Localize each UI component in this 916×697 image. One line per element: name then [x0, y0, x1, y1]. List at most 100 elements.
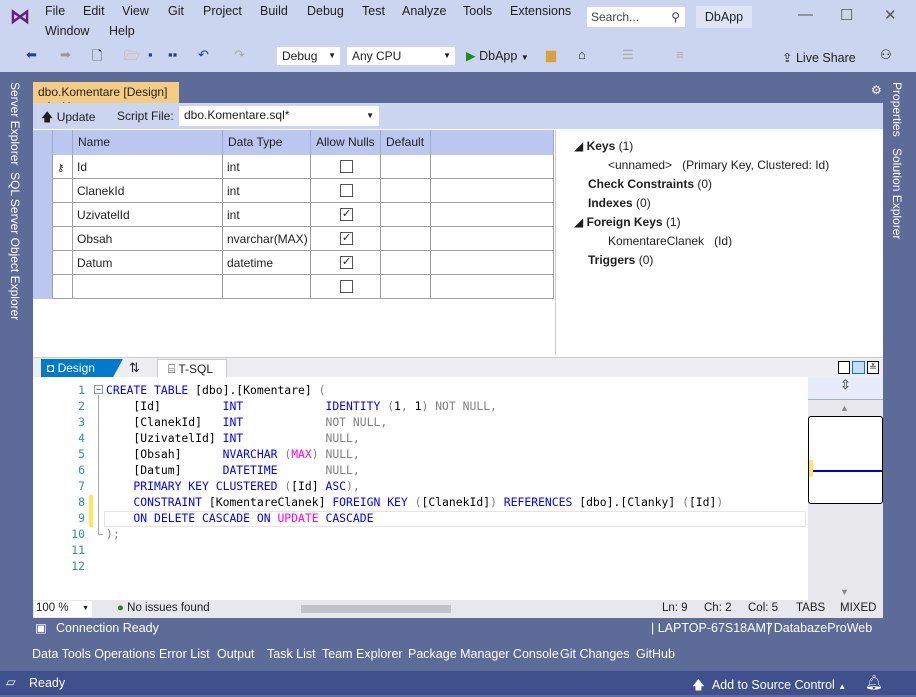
feedback-icon[interactable]: ⚇ [880, 47, 892, 63]
tab-design[interactable]: ◘ Design [41, 359, 123, 377]
scroll-up-icon[interactable]: ▲ [840, 403, 849, 413]
horizontal-scrollbar[interactable] [301, 605, 451, 613]
vertical-split-button[interactable] [838, 361, 850, 374]
grid-cell[interactable] [53, 227, 73, 251]
grid-cell[interactable] [431, 155, 554, 179]
grid-cell[interactable] [53, 275, 73, 299]
settings-gear-icon[interactable]: ⚙ [871, 83, 882, 97]
allow-nulls-checkbox[interactable]: ✓ [340, 232, 353, 245]
grid-cell[interactable] [431, 275, 554, 299]
indent-icon[interactable]: ☰ [622, 47, 634, 63]
swap-panes-button[interactable]: ⇅ [129, 360, 140, 376]
split-handle-icon[interactable]: ⇳ [808, 377, 883, 400]
grid-cell[interactable] [381, 275, 431, 299]
foreign-key-item[interactable]: KomentareClanek (Id) [608, 234, 732, 248]
update-button[interactable]: 🡅 Update [41, 108, 95, 129]
triggers-node[interactable]: Triggers (0) [588, 253, 653, 267]
menu-git[interactable]: Git [168, 4, 184, 18]
grid-cell[interactable] [431, 251, 554, 275]
line-endings[interactable]: MIXED [840, 602, 876, 614]
allow-nulls-checkbox[interactable] [340, 280, 353, 293]
platform-select[interactable]: Any CPU ▼ [346, 46, 456, 66]
grid-cell[interactable]: Obsah [73, 227, 223, 251]
allow-nulls-checkbox[interactable] [340, 160, 353, 173]
foreign-keys-node[interactable]: ◢ Foreign Keys (1) [574, 215, 681, 229]
menu-tools[interactable]: Tools [463, 4, 492, 18]
start-button[interactable]: ▶ DbApp ▼ [466, 48, 529, 63]
grid-cell[interactable]: int [223, 179, 311, 203]
check-constraints-node[interactable]: Check Constraints (0) [588, 177, 712, 191]
grid-cell[interactable]: int [223, 203, 311, 227]
script-file-select[interactable]: dbo.Komentare.sql* ▼ [179, 106, 379, 126]
allow-nulls-checkbox[interactable] [340, 184, 353, 197]
code-line[interactable]: ); [106, 527, 120, 541]
grid-cell[interactable] [53, 203, 73, 227]
menu-help[interactable]: Help [109, 24, 135, 38]
menu-debug[interactable]: Debug [307, 4, 344, 18]
grid-cell[interactable] [53, 179, 73, 203]
grid-cell[interactable] [381, 179, 431, 203]
grid-cell[interactable]: Id [73, 155, 223, 179]
menu-extensions[interactable]: Extensions [510, 4, 571, 18]
properties-tab[interactable]: Properties [890, 82, 904, 137]
code-line[interactable]: [Obsah] NVARCHAR (MAX) NULL, [106, 447, 359, 461]
allow-nulls-checkbox[interactable]: ✓ [340, 208, 353, 221]
new-project-icon[interactable]: 🗋 [92, 47, 102, 69]
scroll-down-icon[interactable]: ▼ [840, 587, 849, 597]
open-folder-icon[interactable]: 🗁 [124, 47, 140, 69]
add-to-source-control-button[interactable]: 🡅 Add to Source Control ▲ [692, 676, 846, 697]
grid-cell[interactable] [381, 227, 431, 251]
back-icon[interactable]: ⬅ [26, 47, 37, 63]
grid-cell[interactable] [33, 227, 53, 251]
grid-cell[interactable]: Datum [73, 251, 223, 275]
tool-tab[interactable]: Git Changes [560, 647, 629, 661]
grid-cell[interactable]: nvarchar(MAX) [223, 227, 311, 251]
solution-explorer-tab[interactable]: Solution Explorer [890, 148, 904, 239]
tab-tsql[interactable]: ⌸ T-SQL [157, 359, 227, 378]
menu-build[interactable]: Build [260, 4, 288, 18]
grid-cell[interactable] [381, 155, 431, 179]
grid-cell[interactable] [381, 203, 431, 227]
grid-cell[interactable]: int [223, 155, 311, 179]
issues-indicator[interactable]: ● No issues found [117, 602, 210, 614]
code-line[interactable]: [Id] INT IDENTITY (1, 1) NOT NULL, [106, 399, 497, 413]
document-tab[interactable]: dbo.Komentare [Design] ⊹ ✕ [33, 82, 179, 113]
menu-edit[interactable]: Edit [83, 4, 105, 18]
menu-project[interactable]: Project [203, 4, 242, 18]
redo-icon[interactable]: ↷ [234, 47, 245, 63]
grid-cell[interactable] [33, 179, 53, 203]
live-share-button[interactable]: ⇪ Live Share [782, 50, 856, 65]
allow-nulls-checkbox[interactable]: ✓ [340, 256, 353, 269]
vertical-scrollbar-map[interactable]: ⇳ ▲ ▼ [808, 377, 883, 600]
maximize-button[interactable]: ☐ [840, 6, 853, 24]
table-row[interactable]: UzivatelId int ✓ [33, 203, 554, 227]
table-row[interactable]: ⚷ Id int [33, 155, 554, 179]
grid-cell[interactable] [33, 155, 53, 179]
menu-window[interactable]: Window [45, 24, 89, 38]
grid-cell[interactable]: datetime [223, 251, 311, 275]
search-input[interactable]: Search... ⚲ [586, 6, 686, 28]
grid-cell[interactable] [33, 275, 53, 299]
grid-cell[interactable] [33, 203, 53, 227]
save-icon[interactable]: ▪ [148, 47, 153, 62]
code-line[interactable]: CONSTRAINT [KomentareClanek] FOREIGN KEY… [106, 495, 723, 509]
undo-icon[interactable]: ↶ [198, 47, 209, 63]
grid-cell[interactable]: ✓ [311, 227, 381, 251]
save-all-icon[interactable]: ▪▪ [168, 47, 177, 62]
grid-cell[interactable] [381, 251, 431, 275]
grid-cell[interactable] [311, 275, 381, 299]
tool-tab[interactable]: Data Tools Operations [32, 647, 155, 661]
grid-cell[interactable] [431, 203, 554, 227]
indexes-node[interactable]: Indexes (0) [588, 196, 651, 210]
grid-cell[interactable] [33, 251, 53, 275]
tool-tab[interactable]: Error List [159, 647, 210, 661]
menu-view[interactable]: View [122, 4, 149, 18]
grid-cell[interactable] [431, 179, 554, 203]
collapse-toggle-icon[interactable]: − [94, 385, 103, 394]
keys-node[interactable]: ◢ Keys (1) [574, 139, 633, 153]
indent-mode[interactable]: TABS [796, 602, 825, 614]
sql-server-object-explorer-tab[interactable]: SQL Server Object Explorer [8, 172, 22, 320]
grid-cell[interactable]: ⚷ [53, 155, 73, 179]
code-line[interactable]: [UzivatelId] INT NULL, [106, 431, 359, 445]
primary-key-item[interactable]: <unnamed> (Primary Key, Clustered: Id) [608, 158, 829, 172]
